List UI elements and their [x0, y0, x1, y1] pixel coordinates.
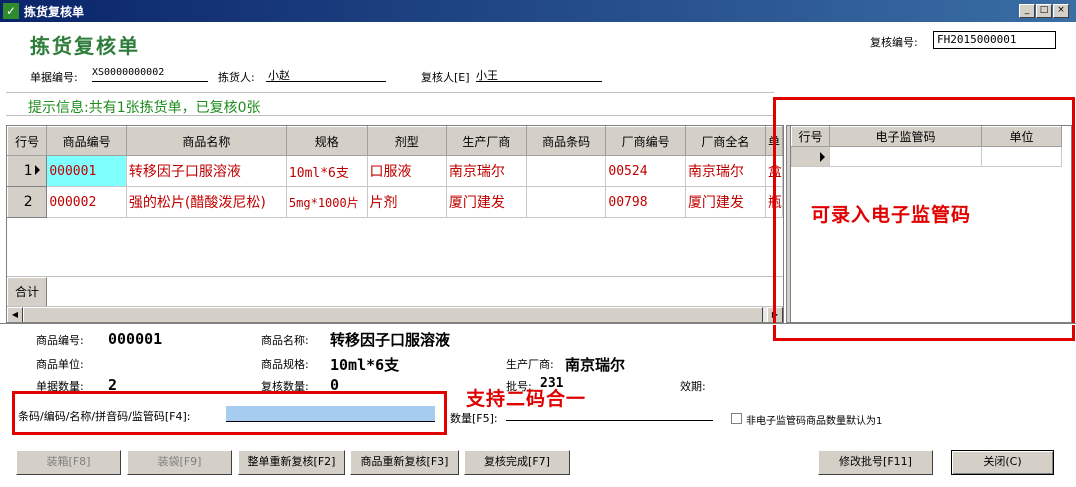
row-number-cell[interactable]: 2 — [7, 186, 48, 218]
barcode-cell[interactable] — [525, 155, 607, 187]
window-titlebar: ✓ 拣货复核单 _ □ × — [0, 0, 1076, 22]
scan-input-highlight-box — [12, 391, 447, 435]
detail-maker-label: 生产厂商: — [506, 358, 554, 371]
picker-field[interactable]: 小赵 — [266, 67, 386, 82]
close-button[interactable]: 关闭(C) — [951, 450, 1054, 475]
barcode-cell[interactable] — [525, 186, 607, 218]
maker-cell[interactable]: 南京瑞尔 — [445, 155, 527, 187]
qty-label: 数量[F5]: — [450, 412, 498, 425]
reviewer-field[interactable]: 小王 — [476, 67, 602, 82]
maker-cell[interactable]: 厦门建发 — [445, 186, 527, 218]
scroll-thumb[interactable] — [23, 307, 763, 322]
maker-full-cell[interactable]: 厦门建发 — [684, 186, 766, 218]
maker-code-cell[interactable]: 00798 — [605, 186, 686, 218]
detail-spec-label: 商品规格: — [261, 358, 309, 371]
scroll-left-icon[interactable]: ◀ — [7, 307, 23, 322]
horizontal-scrollbar[interactable]: ◀ ▶ — [7, 306, 783, 322]
detail-name-value: 转移因子口服溶液 — [330, 331, 451, 349]
app-icon: ✓ — [3, 3, 19, 19]
detail-name-label: 商品名称: — [261, 334, 309, 347]
form-cell[interactable]: 口服液 — [366, 155, 447, 187]
col-header[interactable]: 商品名称 — [125, 126, 287, 156]
table-row[interactable]: 2 000002 强的松片(醋酸泼尼松) 5mg*1000片 片剂 厦门建发 0… — [7, 186, 783, 218]
maker-full-cell[interactable]: 南京瑞尔 — [684, 155, 766, 187]
col-header[interactable]: 厂商全名 — [684, 126, 766, 156]
close-window-button[interactable]: × — [1053, 4, 1069, 18]
sum-label: 合计 — [7, 277, 47, 307]
redo-all-review-button[interactable]: 整单重新复核[F2] — [238, 450, 345, 475]
current-row-indicator-icon — [35, 165, 40, 175]
detail-code-label: 商品编号: — [36, 334, 84, 347]
form-cell[interactable]: 片剂 — [366, 186, 447, 218]
col-header[interactable]: 生产厂商 — [445, 126, 527, 156]
table-row[interactable]: 1 000001 转移因子口服溶液 10ml*6支 口服液 南京瑞尔 00524… — [7, 155, 783, 187]
col-header[interactable]: 商品条码 — [525, 126, 607, 156]
review-no-field[interactable]: FH2015000001 — [933, 31, 1056, 49]
pack-box-button[interactable]: 装箱[F8] — [16, 450, 121, 475]
detail-expiry-label: 效期: — [680, 380, 706, 393]
pack-bag-button[interactable]: 装袋[F9] — [127, 450, 232, 475]
detail-spec-value: 10ml*6支 — [330, 356, 400, 374]
code-cell[interactable]: 000001 — [46, 155, 127, 187]
maximize-button[interactable]: □ — [1036, 4, 1052, 18]
window-title: 拣货复核单 — [24, 5, 85, 19]
col-header[interactable]: 规格 — [285, 126, 368, 156]
default-qty-checkbox[interactable] — [731, 413, 742, 424]
form-heading: 拣货复核单 — [30, 34, 140, 58]
review-no-label: 复核编号: — [870, 36, 918, 49]
hint-bar: 提示信息:共有1张拣货单，已复核0张 — [6, 92, 774, 116]
hint-text: 提示信息:共有1张拣货单，已复核0张 — [28, 100, 261, 116]
detail-unit-label: 商品单位: — [36, 358, 84, 371]
form-client-area: 拣货复核单 复核编号: FH2015000001 单据编号: XS0000000… — [0, 22, 1076, 487]
name-cell[interactable]: 转移因子口服溶液 — [125, 155, 287, 187]
name-cell[interactable]: 强的松片(醋酸泼尼松) — [125, 186, 287, 218]
pick-items-grid[interactable]: 行号 商品编号 商品名称 规格 剂型 生产厂商 商品条码 厂商编号 厂商全名 单… — [6, 125, 784, 323]
col-header[interactable]: 剂型 — [366, 126, 447, 156]
code-cell[interactable]: 000002 — [46, 186, 127, 218]
col-header[interactable]: 厂商编号 — [605, 126, 686, 156]
qty-input[interactable] — [506, 420, 713, 421]
spec-cell[interactable]: 5mg*1000片 — [285, 186, 368, 218]
row-number-cell[interactable]: 1 — [7, 155, 48, 187]
divider — [0, 323, 1076, 325]
col-header[interactable]: 行号 — [7, 126, 48, 156]
maker-code-cell[interactable]: 00524 — [605, 155, 686, 187]
minimize-button[interactable]: _ — [1019, 4, 1035, 18]
pick-items-table: 行号 商品编号 商品名称 规格 剂型 生产厂商 商品条码 厂商编号 厂商全名 单… — [7, 126, 783, 218]
picker-label: 拣货人: — [218, 71, 255, 84]
reviewer-label: 复核人[E] — [421, 71, 470, 84]
doc-no-value[interactable]: XS0000000002 — [92, 67, 208, 82]
col-header[interactable]: 商品编号 — [46, 126, 127, 156]
finish-review-button[interactable]: 复核完成[F7] — [464, 450, 570, 475]
default-qty-checkbox-label: 非电子监管码商品数量默认为1 — [746, 416, 883, 427]
detail-maker-value: 南京瑞尔 — [565, 356, 626, 374]
detail-code-value: 000001 — [108, 330, 163, 348]
spec-cell[interactable]: 10ml*6支 — [285, 155, 368, 187]
edit-batch-button[interactable]: 修改批号[F11] — [818, 450, 933, 475]
redo-item-review-button[interactable]: 商品重新复核[F3] — [350, 450, 459, 475]
sum-row: 合计 — [7, 276, 783, 307]
scan-input-annotation: 支持二码合一 — [466, 388, 587, 410]
grid-header-row: 行号 商品编号 商品名称 规格 剂型 生产厂商 商品条码 厂商编号 厂商全名 单 — [7, 126, 783, 156]
code-grid-annotation: 可录入电子监管码 — [811, 204, 972, 226]
doc-no-label: 单据编号: — [30, 71, 78, 84]
